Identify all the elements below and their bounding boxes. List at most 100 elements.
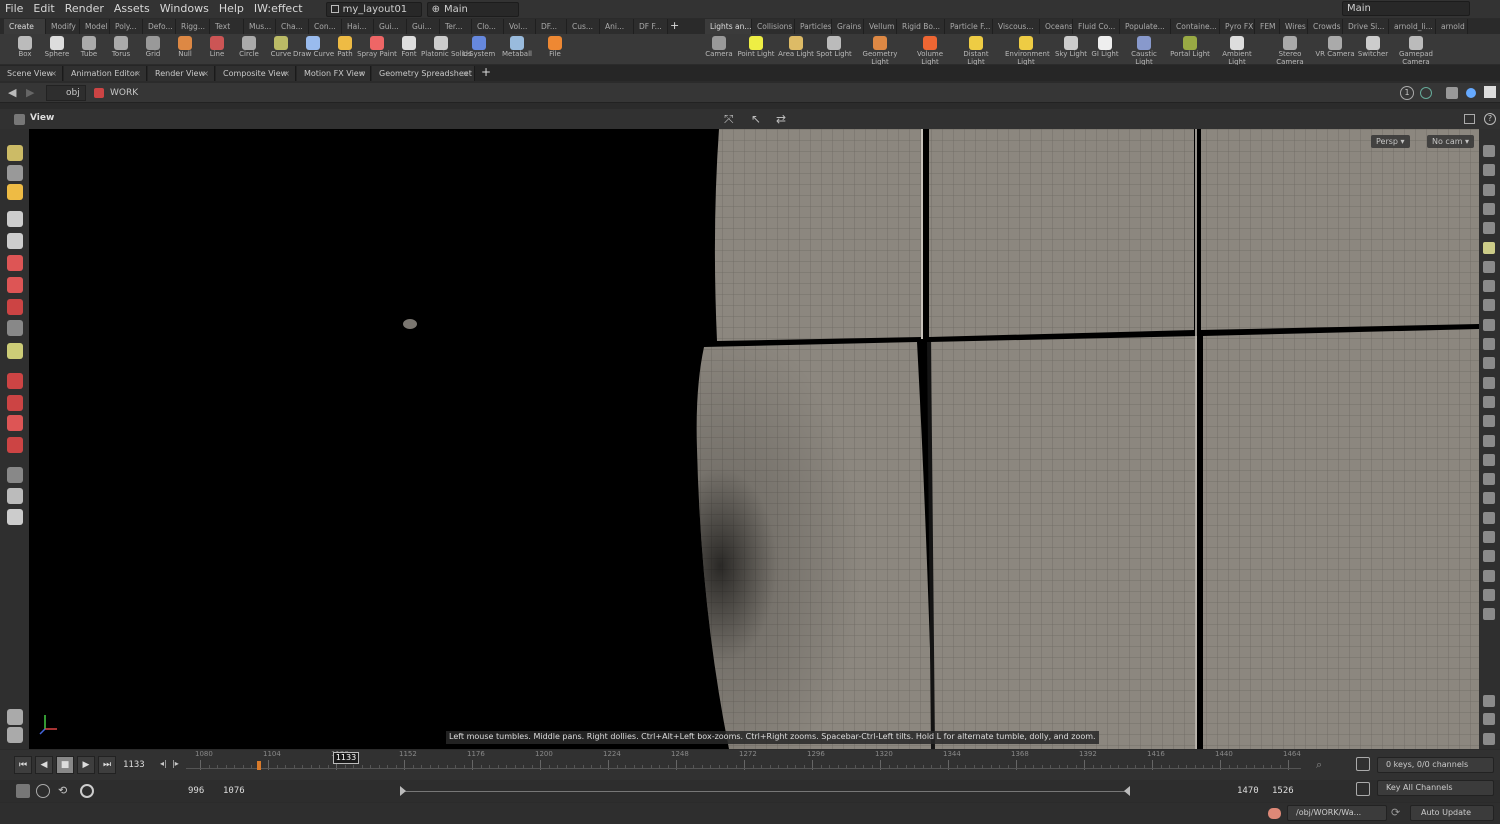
- step-back-icon[interactable]: ◂|: [160, 759, 167, 768]
- display-option-icon[interactable]: [1483, 145, 1495, 157]
- viewport-tool-icon[interactable]: [7, 373, 23, 389]
- search-keys-icon[interactable]: ⌕: [1316, 758, 1322, 772]
- refresh-icon[interactable]: ⟳: [1391, 806, 1400, 819]
- scene-viewport[interactable]: Persp ▾ No cam ▾: [29, 129, 1479, 749]
- shelf-tab[interactable]: Mus...: [244, 19, 276, 34]
- play-button[interactable]: ▶: [77, 756, 95, 774]
- maximize-icon[interactable]: [1484, 86, 1496, 98]
- path-obj[interactable]: obj: [46, 85, 86, 101]
- display-option-icon[interactable]: [1483, 376, 1495, 389]
- tool-l-system[interactable]: L-System: [459, 34, 499, 64]
- range-start-field[interactable]: 1470: [1237, 786, 1259, 796]
- tool-portal-light[interactable]: Portal Light: [1170, 34, 1210, 64]
- display-option-icon[interactable]: [1483, 202, 1495, 215]
- viewport-tool-icon[interactable]: [7, 233, 23, 249]
- shelf-tab[interactable]: arnold_li...: [1389, 19, 1436, 34]
- clock-icon[interactable]: [80, 784, 94, 798]
- tool-file[interactable]: File: [535, 34, 575, 64]
- shelf-tab[interactable]: Model: [80, 19, 110, 34]
- current-frame-field[interactable]: 1133: [123, 760, 145, 770]
- globe-icon[interactable]: [1420, 87, 1432, 99]
- shelf-tab[interactable]: Particles: [795, 19, 832, 34]
- shelf-tab[interactable]: Rigid Bo...: [897, 19, 945, 34]
- shelf-tab[interactable]: Cha...: [276, 19, 309, 34]
- shelf-tab[interactable]: Fluid Co...: [1073, 19, 1120, 34]
- menu-edit[interactable]: Edit: [28, 0, 59, 18]
- menu-help[interactable]: Help: [214, 0, 249, 18]
- menu-windows[interactable]: Windows: [155, 0, 214, 18]
- display-option-icon[interactable]: [1483, 338, 1495, 350]
- viewport-tool-icon[interactable]: [7, 467, 23, 483]
- shelf-tab[interactable]: FEM: [1255, 19, 1280, 34]
- status-path[interactable]: /obj/WORK/Wa...: [1287, 805, 1387, 821]
- close-icon[interactable]: ×: [202, 66, 209, 81]
- shelf-tab[interactable]: Defo...: [143, 19, 176, 34]
- audio-icon[interactable]: [36, 784, 50, 798]
- display-option-icon[interactable]: [1483, 588, 1495, 601]
- camera-menu[interactable]: No cam ▾: [1427, 135, 1475, 148]
- viewport-tool-icon[interactable]: [7, 415, 23, 431]
- step-forward-icon[interactable]: |▸: [172, 759, 179, 768]
- shelf-tab[interactable]: Containe...: [1171, 19, 1220, 34]
- shelf-tab[interactable]: arnold: [1436, 19, 1468, 34]
- select-icon[interactable]: ↖: [751, 112, 761, 126]
- shelf-tab[interactable]: Cus...: [567, 19, 600, 34]
- key-all-channels-field[interactable]: Key All Channels: [1377, 780, 1494, 796]
- close-icon[interactable]: ×: [50, 66, 57, 81]
- key-options-icon[interactable]: [1356, 757, 1370, 771]
- display-option-icon[interactable]: [1483, 608, 1495, 621]
- shelf-tab[interactable]: Poly...: [110, 19, 143, 34]
- shelf-tab[interactable]: DF...: [536, 19, 567, 34]
- shelf-tab[interactable]: Collisions: [752, 19, 795, 34]
- shelf-tab[interactable]: Ani...: [600, 19, 634, 34]
- shelf-tab[interactable]: Lights an...: [705, 19, 752, 34]
- display-icon[interactable]: [1446, 87, 1458, 99]
- viewport-tool-icon[interactable]: [7, 299, 23, 315]
- tool-ambient-light[interactable]: Ambient Light: [1217, 34, 1257, 66]
- display-option-icon[interactable]: [1483, 531, 1495, 543]
- layout-dropdown[interactable]: my_layout01: [325, 1, 422, 17]
- menu-file[interactable]: File: [0, 0, 28, 18]
- shelf-tab[interactable]: Populate...: [1120, 19, 1171, 34]
- end-frame-field[interactable]: 1076: [223, 786, 245, 796]
- display-option-icon[interactable]: [1483, 222, 1495, 235]
- shelf-tab[interactable]: Drive Si...: [1343, 19, 1389, 34]
- shelf-tab[interactable]: DF F...: [634, 19, 668, 34]
- display-option-icon[interactable]: [1483, 260, 1495, 273]
- pin-icon[interactable]: 1: [1400, 86, 1414, 100]
- first-frame-button[interactable]: ⏮: [14, 756, 32, 774]
- viewport-tool-icon[interactable]: [7, 320, 23, 336]
- display-option-icon[interactable]: [1483, 164, 1495, 177]
- menu-iweffect[interactable]: IW:effect: [249, 0, 308, 18]
- shelf-tab[interactable]: Modify: [46, 19, 80, 34]
- last-frame-button[interactable]: ⏭: [98, 756, 116, 774]
- path-node[interactable]: WORK: [90, 85, 150, 101]
- forward-icon[interactable]: ▶: [26, 86, 34, 99]
- display-option-icon[interactable]: [1483, 453, 1495, 466]
- viewport-tool-icon[interactable]: [7, 727, 23, 743]
- shelf-tab[interactable]: Gui...: [407, 19, 440, 34]
- display-option-icon[interactable]: [1483, 415, 1495, 428]
- display-option-icon[interactable]: [1483, 713, 1495, 725]
- auto-update-field[interactable]: Auto Update: [1410, 805, 1494, 821]
- add-shelf-tab-icon[interactable]: +: [670, 19, 679, 32]
- tool-environment-light[interactable]: Environment Light: [1005, 34, 1050, 66]
- display-option-icon[interactable]: [1483, 695, 1495, 707]
- shelf-tab[interactable]: Oceans: [1040, 19, 1073, 34]
- range-slider-end-handle[interactable]: [1124, 786, 1130, 796]
- viewport-tool-icon[interactable]: [7, 709, 23, 725]
- shelf-tab[interactable]: Grains: [832, 19, 864, 34]
- display-option-icon[interactable]: [1483, 183, 1495, 196]
- tool-point-light[interactable]: Point Light: [736, 34, 776, 64]
- keys-channels-field[interactable]: 0 keys, 0/0 channels: [1377, 757, 1494, 773]
- persp-menu[interactable]: Persp ▾: [1371, 135, 1410, 148]
- right-desktop-dropdown[interactable]: Main: [1342, 1, 1470, 16]
- tool-platonic-solids[interactable]: Platonic Solids: [421, 34, 472, 64]
- playhead[interactable]: 1133: [333, 752, 359, 764]
- shelf-tab[interactable]: Vol...: [504, 19, 536, 34]
- pane-tab[interactable]: Animation Editor ×: [64, 66, 147, 81]
- shelf-tab[interactable]: Gui...: [374, 19, 407, 34]
- desktop-dropdown[interactable]: ⊕ Main: [426, 1, 519, 17]
- display-option-icon[interactable]: [1483, 733, 1495, 745]
- back-icon[interactable]: ◀: [8, 86, 16, 99]
